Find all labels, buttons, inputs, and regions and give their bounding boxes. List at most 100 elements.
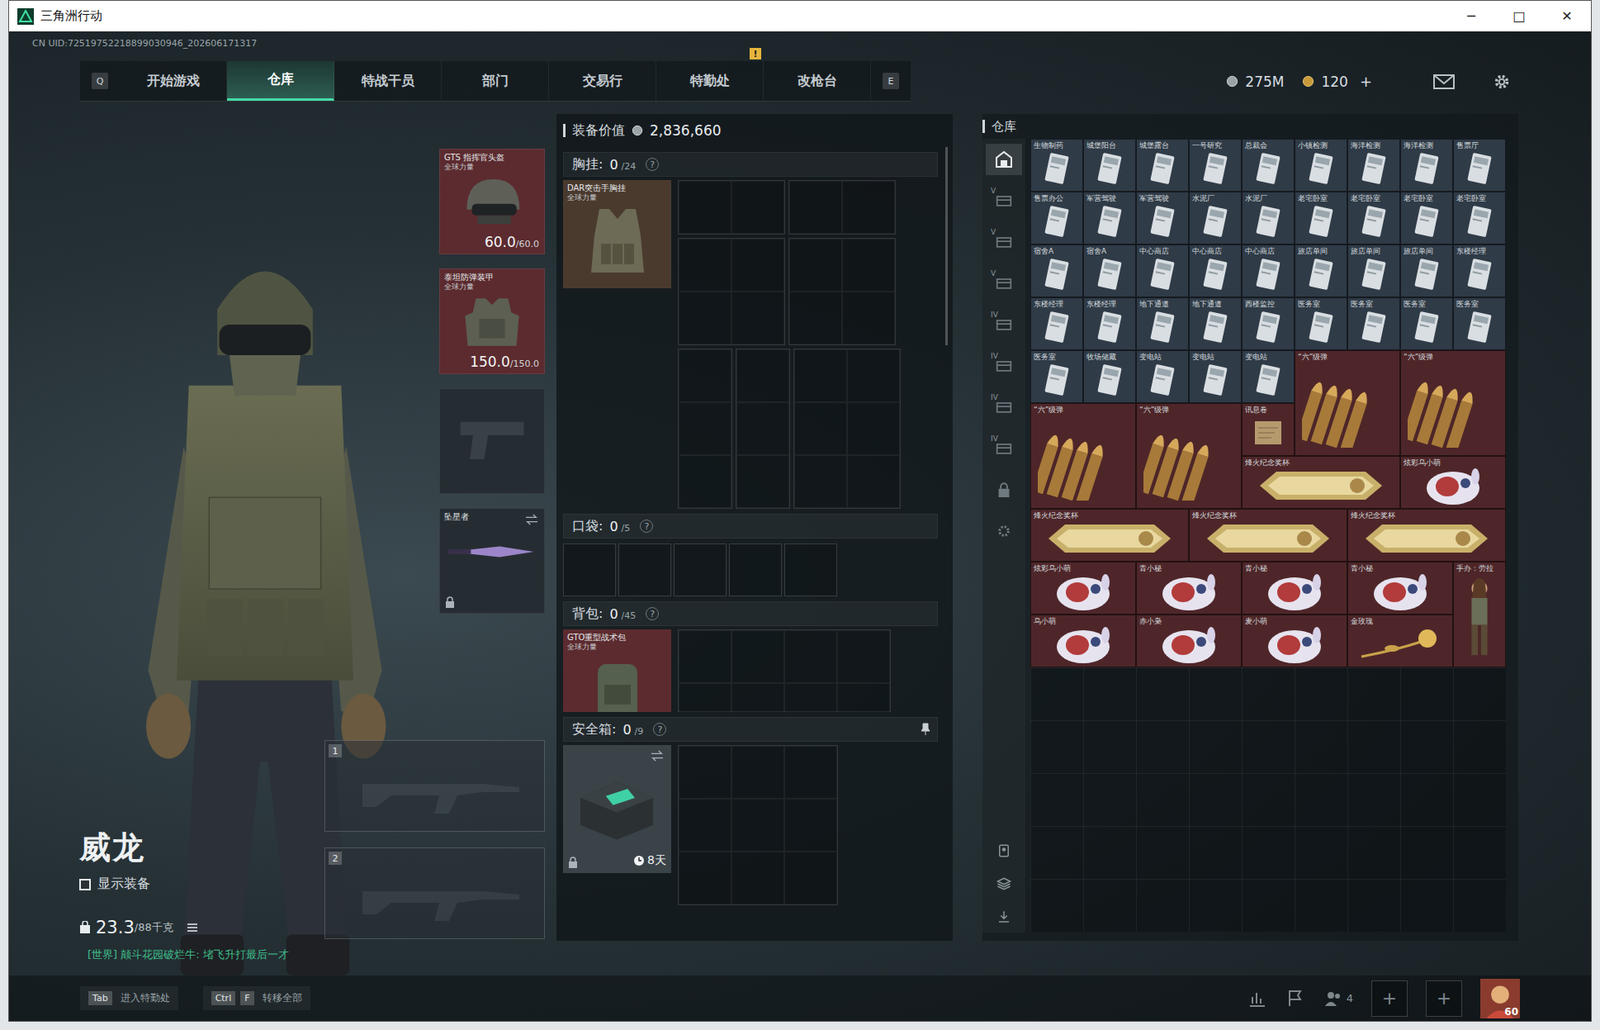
stash-item[interactable]: 变电站 (1241, 350, 1295, 403)
stash-item[interactable]: 麦小萌 (1241, 614, 1348, 668)
storage-cell[interactable] (731, 682, 785, 712)
stash-item[interactable]: 中心商店 (1136, 244, 1189, 298)
stash-item[interactable]: 青小秘 (1347, 561, 1454, 615)
gear-slot[interactable]: GTS 指挥官头盔 全球力量 60.0/60.0 (439, 148, 545, 255)
storage-cell[interactable] (736, 402, 790, 455)
storage-cell[interactable] (784, 745, 838, 799)
stash-item[interactable]: 宿舍A (1083, 244, 1137, 298)
stash-tab[interactable]: V (985, 184, 1023, 217)
storage-cell[interactable] (789, 291, 843, 345)
stash-item[interactable]: 青小秘 (1136, 561, 1242, 615)
stash-item[interactable]: 烽火纪念奖杯 (1030, 508, 1189, 562)
pocket-cell[interactable] (673, 543, 727, 597)
nav-tab[interactable]: 特战干员 (334, 61, 442, 101)
stash-item[interactable]: “六”级弹 (1136, 402, 1242, 509)
help-button[interactable]: ? (639, 519, 654, 533)
stash-item[interactable]: 老宅卧室 (1453, 191, 1506, 245)
stash-item[interactable]: 东楼经理 (1453, 244, 1506, 298)
storage-cell[interactable] (731, 291, 785, 345)
stash-item[interactable]: 变电站 (1136, 350, 1189, 403)
swap-icon[interactable] (524, 513, 540, 526)
storage-cell[interactable] (784, 629, 838, 683)
stash-item[interactable]: 变电站 (1188, 350, 1242, 403)
storage-cell[interactable] (784, 851, 838, 905)
stash-item[interactable]: 水泥厂 (1241, 191, 1295, 245)
operator-tool-icon[interactable] (995, 842, 1013, 858)
nav-tab[interactable]: 特勤处 ! (656, 61, 764, 101)
nav-tab[interactable]: 交易行 (549, 61, 657, 101)
storage-cell[interactable] (847, 454, 900, 508)
stash-item[interactable]: 海洋检测 (1400, 138, 1454, 192)
show-gear-checkbox[interactable]: 显示装备 (79, 875, 199, 893)
stash-item[interactable]: 旅店单间 (1294, 244, 1348, 298)
stash-tab[interactable]: IV (985, 432, 1023, 464)
stash-item[interactable]: 讯息卷 (1241, 402, 1295, 456)
storage-cell[interactable] (789, 180, 843, 234)
stash-tab[interactable] (985, 473, 1023, 506)
storage-cell[interactable] (784, 798, 838, 852)
weapon-slot[interactable]: 2 (324, 847, 545, 939)
stash-item[interactable]: 老宅卧室 (1347, 191, 1401, 245)
storage-cell[interactable] (837, 629, 890, 683)
stash-item[interactable]: 城堡阳台 (1083, 138, 1137, 192)
stash-item[interactable]: 水泥厂 (1188, 191, 1242, 245)
stash-item[interactable]: 西楼监控 (1241, 297, 1295, 351)
mail-icon[interactable] (1433, 72, 1455, 91)
stash-item[interactable]: 海洋检测 (1347, 138, 1401, 192)
storage-cell[interactable] (678, 798, 732, 852)
gear-slot[interactable] (439, 388, 545, 494)
stash-item[interactable]: “六”级弹 (1030, 402, 1137, 509)
storage-cell[interactable] (678, 349, 732, 403)
storage-cell[interactable] (678, 851, 732, 905)
squad-button[interactable]: 4 (1323, 988, 1354, 1009)
nav-tab[interactable]: 仓库 (227, 61, 335, 101)
storage-cell[interactable] (678, 454, 732, 508)
gear-icon[interactable] (1491, 72, 1513, 91)
pocket-cell[interactable] (728, 543, 782, 597)
storage-cell[interactable] (842, 180, 895, 234)
stash-item[interactable]: 炫彩乌小萌 (1030, 561, 1137, 615)
weapon-slot[interactable]: 1 (324, 739, 545, 832)
flag-icon[interactable] (1285, 988, 1306, 1009)
stash-item[interactable]: 烽火纪念奖杯 (1188, 508, 1348, 562)
storage-cell[interactable] (678, 291, 732, 345)
stash-item[interactable]: 手办：劳拉 (1453, 561, 1506, 668)
stash-item[interactable]: 中心商店 (1188, 244, 1242, 298)
stash-item[interactable]: 医务室 (1453, 297, 1506, 351)
storage-cell[interactable] (731, 851, 785, 905)
stash-item[interactable]: 地下通道 (1136, 297, 1189, 351)
stash-item[interactable]: 旅店单间 (1400, 244, 1454, 298)
storage-cell[interactable] (731, 798, 785, 852)
storage-cell[interactable] (731, 238, 785, 292)
stash-item[interactable]: 老宅卧室 (1400, 191, 1454, 245)
nav-tab[interactable]: 改枪台 (763, 61, 872, 101)
scrollbar[interactable] (945, 146, 948, 346)
stash-item[interactable]: 老宅卧室 (1294, 191, 1348, 245)
rig-item[interactable]: DAR突击手胸挂 全球力量 (563, 179, 672, 289)
help-button[interactable]: ? (645, 157, 659, 171)
storage-cell[interactable] (784, 682, 838, 712)
window-control-button[interactable]: □ (1495, 8, 1544, 24)
stash-item[interactable]: 总裁会 (1241, 138, 1295, 192)
storage-cell[interactable] (678, 682, 732, 712)
nav-tab[interactable]: 开始游戏 (119, 61, 228, 101)
storage-cell[interactable] (736, 454, 790, 508)
stash-item[interactable]: 中心商店 (1241, 244, 1295, 298)
stash-item[interactable]: 东楼经理 (1083, 297, 1137, 351)
storage-cell[interactable] (678, 745, 732, 799)
help-button[interactable]: ? (653, 722, 667, 736)
stash-item[interactable]: 小镇检测 (1294, 138, 1348, 192)
pin-icon[interactable] (920, 722, 931, 736)
sort-icon[interactable] (995, 908, 1013, 924)
stash-item[interactable]: 东楼经理 (1030, 297, 1084, 351)
stash-item[interactable]: 售票厅 (1453, 138, 1506, 192)
key-hint[interactable]: Tab 进入特勤处 (80, 985, 179, 1010)
storage-cell[interactable] (678, 180, 732, 234)
nav-tab[interactable]: 部门 (441, 61, 550, 101)
gear-slot[interactable]: 泰坦防弹装甲 全球力量 150.0/150.0 (439, 268, 545, 374)
stash-item[interactable]: 医务室 (1400, 297, 1454, 351)
stash-item[interactable]: 炫彩乌小萌 (1400, 455, 1506, 509)
list-icon[interactable] (186, 922, 199, 933)
stash-tab[interactable]: V (985, 226, 1023, 258)
storage-cell[interactable] (842, 238, 895, 292)
